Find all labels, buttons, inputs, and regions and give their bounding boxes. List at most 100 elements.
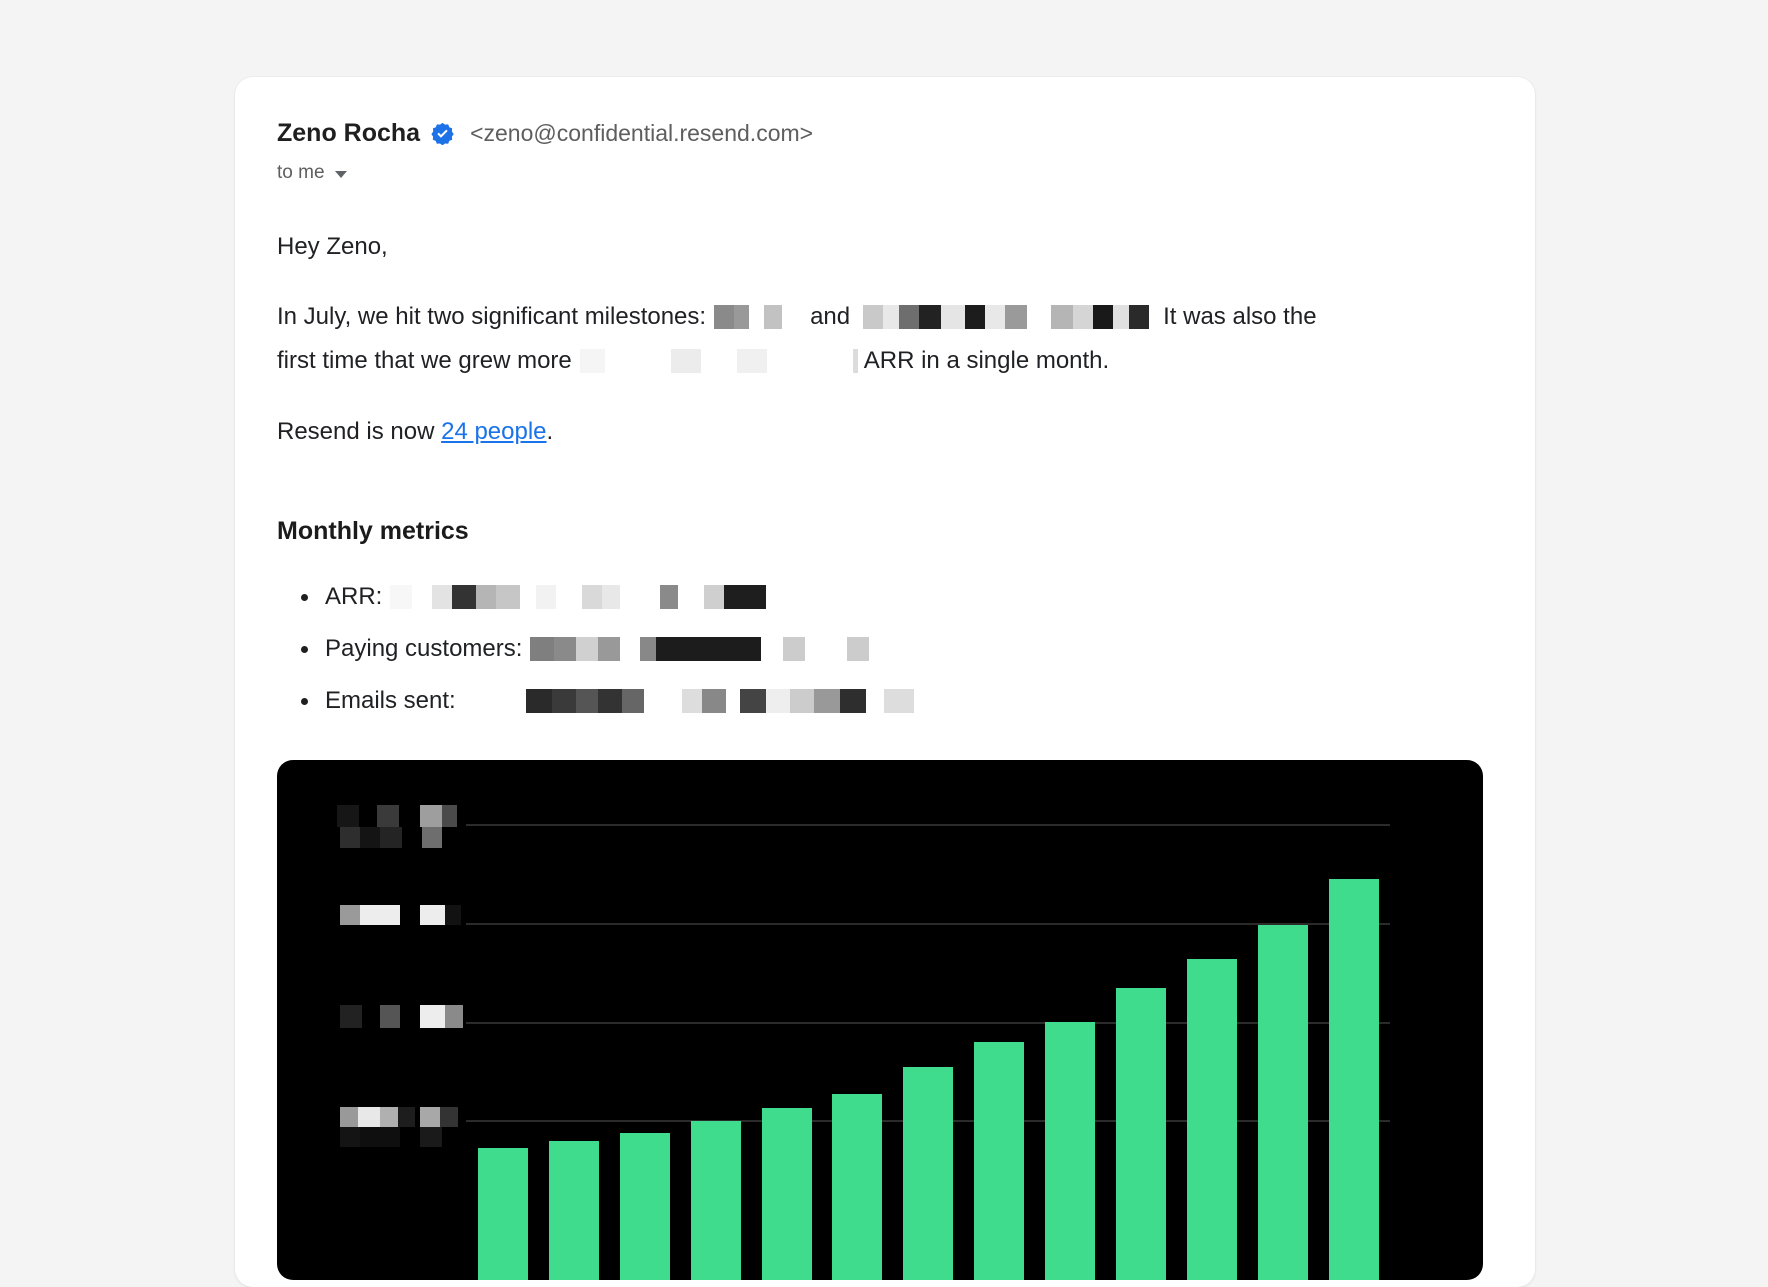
redaction-gap	[701, 349, 737, 373]
redaction-block	[496, 585, 520, 609]
redaction-block	[1051, 305, 1073, 329]
chart-bar	[762, 1108, 812, 1280]
redaction-block	[704, 585, 724, 609]
redacted-axis-label-block	[420, 1005, 445, 1028]
redacted-axis-label-block	[360, 827, 380, 848]
paragraph-text: first time that we grew more	[277, 347, 572, 374]
redaction-block	[919, 305, 941, 329]
redaction-gap	[412, 585, 432, 609]
redaction-block	[1093, 305, 1113, 329]
redaction-block	[530, 637, 554, 661]
redaction-block	[1129, 305, 1149, 329]
redaction-block	[884, 689, 914, 713]
redacted-axis-label-block	[442, 805, 457, 827]
redaction-gap	[1027, 305, 1051, 329]
redaction-gap	[520, 585, 536, 609]
redaction-block	[656, 637, 761, 661]
redacted-text	[863, 304, 1149, 330]
metric-item-emails-sent: Emails sent:	[301, 685, 1493, 717]
team-size-line: Resend is now 24 people.	[277, 417, 1493, 447]
redaction-block	[1113, 305, 1129, 329]
redaction-block	[682, 689, 702, 713]
redaction-block	[552, 689, 576, 713]
redaction-block	[1073, 305, 1093, 329]
email-header: Zeno Rocha <zeno@confidential.resend.com…	[277, 77, 1493, 148]
redaction-gap	[556, 585, 582, 609]
chart-gridline	[466, 824, 1390, 826]
redacted-axis-label-block	[445, 905, 461, 925]
chart-bar	[974, 1042, 1024, 1280]
redaction-gap	[749, 305, 764, 329]
redacted-axis-label-block	[440, 1107, 458, 1127]
redaction-block	[764, 305, 782, 329]
redaction-gap	[761, 637, 783, 661]
chart-bar	[620, 1133, 670, 1280]
chart-gridline	[466, 1022, 1390, 1024]
metrics-chart	[277, 760, 1483, 1280]
milestones-paragraph: In July, we hit two significant mileston…	[277, 295, 1493, 383]
redaction-block	[602, 585, 620, 609]
paragraph-line: first time that we grew more ARR in a sin…	[277, 339, 1493, 383]
metric-label: Emails sent:	[325, 687, 456, 715]
redaction-block	[863, 305, 883, 329]
chart-bar	[1045, 1022, 1095, 1280]
redaction-block	[790, 689, 814, 713]
verified-badge-icon	[431, 122, 454, 145]
redaction-block	[899, 305, 919, 329]
people-count-link[interactable]: 24 people	[441, 418, 546, 445]
redaction-block	[576, 689, 598, 713]
redaction-block	[766, 689, 790, 713]
redacted-axis-label-block	[420, 905, 445, 925]
redaction-block	[476, 585, 496, 609]
chart-bar	[478, 1148, 528, 1280]
redaction-block	[702, 689, 726, 713]
redaction-gap	[620, 637, 640, 661]
redaction-gap	[678, 585, 704, 609]
redacted-axis-label-block	[420, 1127, 442, 1147]
redaction-block	[671, 349, 701, 373]
paragraph-text: ARR in a single month.	[864, 347, 1109, 374]
redacted-axis-label-block	[398, 1107, 415, 1127]
redaction-block	[814, 689, 840, 713]
chart-gridline	[466, 923, 1390, 925]
screen: { "page": { "background": "#f4f4f5", "ca…	[0, 0, 1768, 1160]
redaction-block	[598, 637, 620, 661]
redacted-axis-label-block	[445, 1005, 463, 1028]
sender-name[interactable]: Zeno Rocha	[277, 119, 420, 148]
redaction-block	[576, 637, 598, 661]
bullet-icon	[301, 646, 308, 653]
recipient-details-toggle[interactable]: to me	[277, 160, 1493, 186]
chart-bar	[1187, 959, 1237, 1280]
chart-bar	[1258, 925, 1308, 1280]
redacted-axis-label-block	[360, 905, 400, 925]
paragraph-text: and	[810, 303, 850, 330]
redaction-block	[452, 585, 476, 609]
bullet-icon	[301, 698, 308, 705]
metric-label: Paying customers:	[325, 635, 522, 663]
redacted-text	[464, 688, 914, 714]
redaction-block	[1005, 305, 1027, 329]
bullet-icon	[301, 594, 308, 601]
redacted-text	[580, 348, 858, 374]
redacted-axis-label-block	[340, 827, 360, 848]
chart-bar	[549, 1141, 599, 1280]
redaction-block	[526, 689, 552, 713]
redaction-block	[853, 349, 858, 373]
redacted-axis-label-block	[377, 805, 399, 827]
metric-item-arr: ARR:	[301, 581, 1493, 613]
chart-bar	[1329, 879, 1379, 1280]
redacted-axis-label-block	[380, 1107, 398, 1127]
redaction-block	[598, 689, 622, 713]
redaction-gap	[605, 349, 671, 373]
redacted-axis-label-block	[420, 1107, 440, 1127]
redaction-gap	[644, 689, 682, 713]
redaction-gap	[464, 689, 526, 713]
chart-bar	[691, 1121, 741, 1280]
metrics-heading: Monthly metrics	[277, 515, 1493, 547]
redacted-axis-label-block	[380, 827, 402, 848]
redaction-block	[840, 689, 866, 713]
chart-bar	[832, 1094, 882, 1280]
paragraph-text: It was also the	[1163, 303, 1316, 330]
email-card: Zeno Rocha <zeno@confidential.resend.com…	[235, 77, 1535, 1287]
redacted-text	[714, 304, 782, 330]
